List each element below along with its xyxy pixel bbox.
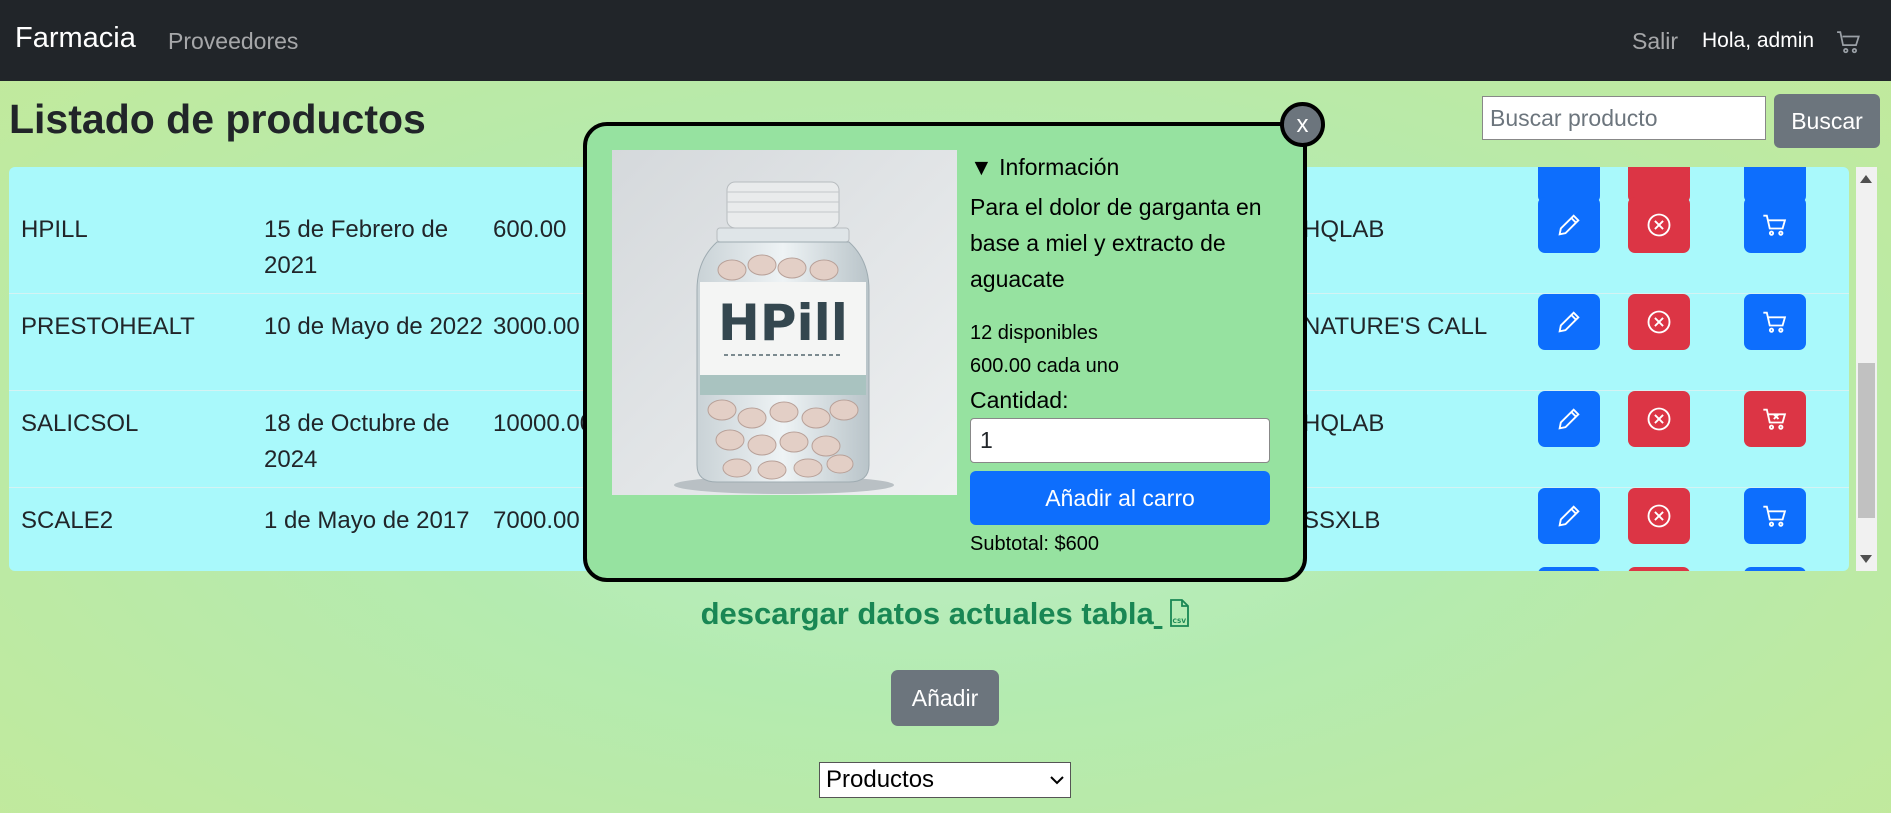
subtotal: Subtotal: $600 (970, 533, 1099, 555)
navbar: Farmacia Proveedores Salir Hola, admin (0, 0, 1891, 81)
table-scrollbar[interactable] (1856, 167, 1877, 571)
cart-out-of-stock-button[interactable] (1744, 391, 1806, 447)
delete-button[interactable] (1628, 567, 1690, 571)
add-to-cart-button[interactable] (1744, 197, 1806, 253)
product-image-label: HPill (718, 294, 848, 352)
product-lab: HQLAB (1303, 410, 1385, 437)
x-circle-icon (1647, 407, 1671, 431)
add-to-cart-submit-button[interactable]: Añadir al carro (970, 471, 1270, 525)
pencil-icon (1558, 505, 1580, 527)
add-product-button[interactable]: Añadir (891, 670, 999, 726)
close-modal-button[interactable]: x (1280, 102, 1325, 147)
edit-button[interactable] (1538, 488, 1600, 544)
chevron-down-icon (1050, 776, 1064, 785)
edit-button[interactable] (1538, 567, 1600, 571)
cart-icon (1763, 214, 1787, 236)
pencil-icon (1558, 408, 1580, 430)
quantity-label: Cantidad: (970, 387, 1069, 413)
edit-button[interactable] (1538, 294, 1600, 350)
add-to-cart-button[interactable] (1744, 294, 1806, 350)
product-name: PRESTOHEALT (21, 313, 195, 340)
product-price: 3000.00 (493, 313, 580, 340)
product-price: 600.00 (493, 216, 567, 243)
user-greeting: Hola, admin (1702, 29, 1815, 52)
product-lab: NATURE'S CALL (1303, 313, 1488, 340)
x-circle-icon (1647, 504, 1671, 528)
product-description: Para el dolor de garganta en base a miel… (970, 194, 1262, 292)
nav-providers-link[interactable]: Proveedores (168, 28, 298, 55)
stock-count: 12 disponibles (970, 322, 1098, 344)
brand-link[interactable]: Farmacia (15, 22, 136, 55)
product-date: 15 de Febrero de 2021 (264, 216, 449, 279)
product-lab: HQLAB (1303, 216, 1385, 243)
x-circle-icon (1647, 310, 1671, 334)
cart-icon (1763, 311, 1787, 333)
delete-button[interactable] (1628, 197, 1690, 253)
search-button[interactable]: Buscar (1774, 94, 1880, 148)
cart-icon[interactable] (1836, 30, 1862, 56)
delete-button[interactable] (1628, 294, 1690, 350)
product-name: SCALE2 (21, 507, 114, 534)
pencil-icon (1558, 214, 1580, 236)
edit-button[interactable] (1538, 197, 1600, 253)
quantity-input[interactable]: 1 (970, 418, 1270, 463)
add-to-cart-button[interactable] (1744, 567, 1806, 571)
product-name: HPILL (21, 216, 88, 243)
product-price: 10000.00 (493, 410, 594, 437)
view-select[interactable]: Productos (819, 762, 1071, 798)
view-select-value: Productos (826, 766, 935, 793)
cart-icon (1763, 505, 1787, 527)
unit-price: 600.00 cada uno (970, 355, 1120, 377)
scroll-down-arrow-icon[interactable] (1860, 555, 1872, 563)
info-toggle[interactable]: ▼ Información (970, 154, 1119, 181)
delete-button[interactable] (1628, 391, 1690, 447)
delete-button[interactable] (1628, 488, 1690, 544)
download-link-text[interactable]: descargar datos actuales tabla (701, 596, 1154, 632)
scroll-up-arrow-icon[interactable] (1860, 175, 1872, 183)
add-to-cart-button[interactable] (1744, 488, 1806, 544)
product-image: HPill (612, 150, 957, 495)
product-date: 10 de Mayo de 2022 (264, 313, 483, 340)
search-input[interactable] (1482, 96, 1766, 140)
scroll-thumb[interactable] (1858, 363, 1875, 518)
nav-logout-link[interactable]: Salir (1632, 28, 1678, 55)
csv-file-icon[interactable]: CSV (1168, 598, 1190, 628)
edit-button[interactable] (1538, 391, 1600, 447)
pencil-icon (1558, 311, 1580, 333)
product-date: 1 de Mayo de 2017 (264, 507, 470, 534)
product-price: 7000.00 (493, 507, 580, 534)
svg-text:CSV: CSV (1173, 618, 1187, 625)
product-detail-modal: HPill ▼ Información Para el dolor de gar… (583, 122, 1307, 582)
page-title: Listado de productos (9, 96, 426, 142)
product-date: 18 de Octubre de 2024 (264, 410, 450, 473)
product-lab: SSXLB (1303, 507, 1381, 534)
download-csv-link[interactable]: descargar datos actuales tabla CSV (0, 596, 1891, 632)
product-name: SALICSOL (21, 410, 139, 437)
x-circle-icon (1647, 213, 1671, 237)
cart-x-icon (1763, 408, 1787, 430)
